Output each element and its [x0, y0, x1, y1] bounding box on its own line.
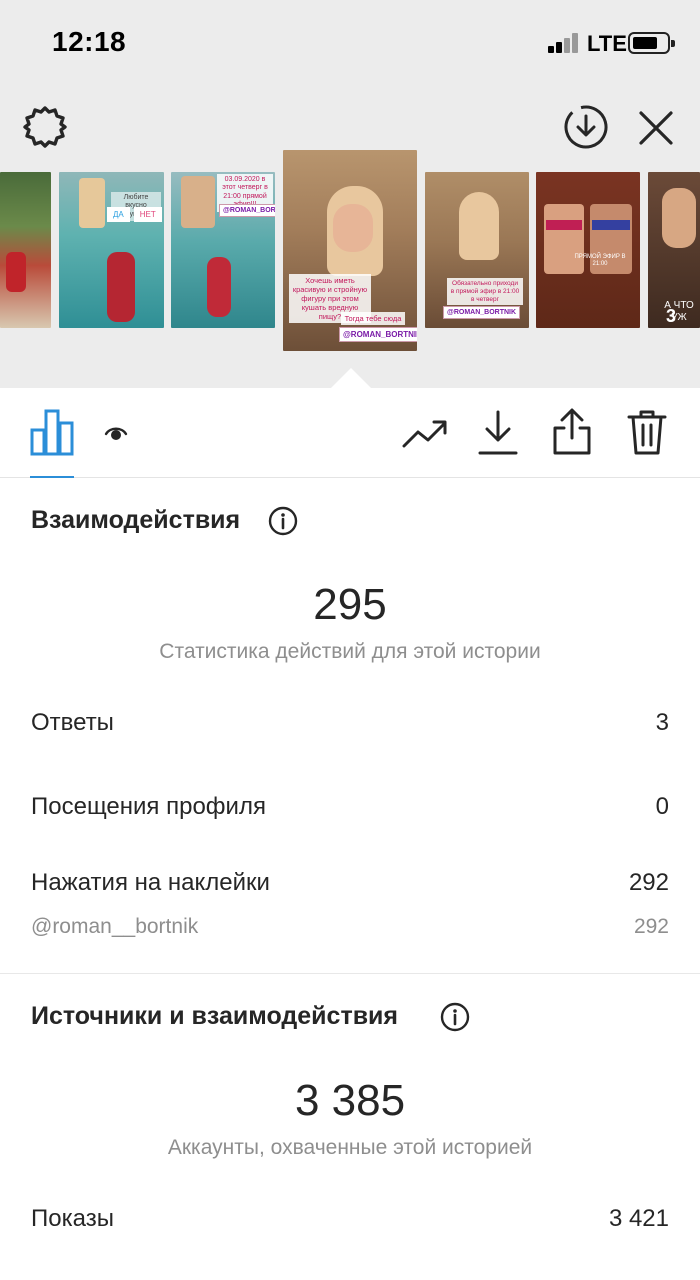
story-thumb-5[interactable]: Обязательно приходи в прямой эфир в 21:0… — [425, 172, 529, 328]
thumb-mention-tag: @ROMAN_BORTNIK — [443, 306, 521, 319]
signal-icon — [548, 33, 580, 53]
discovery-title: Источники и взаимодействия — [31, 1002, 399, 1030]
eye-icon[interactable] — [104, 425, 128, 443]
trending-icon[interactable] — [402, 418, 448, 450]
interactions-total: 295 — [313, 580, 387, 629]
sticker-handle-value: 292 — [633, 915, 669, 938]
download-circle-icon[interactable] — [562, 103, 610, 151]
battery-icon — [628, 32, 675, 54]
status-bar: 12:18 LTE — [0, 0, 700, 88]
reach-total: 3 385 — [294, 1076, 406, 1125]
sticker-taps-label: Нажатия на наклейки — [31, 869, 270, 896]
story-thumb-6[interactable]: ПРЯМОЙ ЭФИР В 21:00 — [536, 172, 640, 328]
thumb-caption: А ЧТО УЖ — [664, 300, 694, 323]
trash-icon[interactable] — [626, 408, 668, 456]
close-icon[interactable] — [636, 108, 676, 148]
download-icon[interactable] — [478, 410, 518, 456]
status-time: 12:18 — [52, 26, 127, 57]
thumb-caption: ПРЯМОЙ ЭФИР В 21:00 — [574, 254, 626, 268]
network-label: LTE — [587, 31, 627, 56]
poll-no: НЕТ — [133, 207, 162, 222]
story-thumbnail-strip[interactable]: Любите вкусно покушать? ДА НЕТ 03.09.202… — [0, 148, 700, 388]
active-tab-indicator — [30, 476, 74, 478]
profile-visits-label: Посещения профиля — [31, 793, 266, 820]
interactions-caption: Статистика действий для этой истории — [159, 640, 541, 663]
poll-yes: ДА — [107, 207, 130, 222]
impressions-value: 3 421 — [608, 1205, 669, 1232]
share-icon[interactable] — [551, 408, 593, 456]
thumb-caption-2: Тогда тебе сюда — [341, 312, 405, 325]
info-icon[interactable] — [268, 506, 298, 536]
interactions-title: Взаимодействия — [31, 506, 241, 534]
replies-label: Ответы — [31, 709, 114, 736]
replies-value: 3 — [655, 709, 669, 736]
selected-pointer — [331, 368, 371, 388]
thumb-view-count: 3 — [666, 306, 677, 326]
thumb-caption: Обязательно приходи в прямой эфир в 21:0… — [447, 278, 523, 306]
story-thumb-1[interactable] — [0, 172, 51, 328]
thumb-mention-tag: @ROMAN_BORTNIK — [339, 327, 417, 342]
section-divider — [0, 973, 700, 974]
poll-sticker: ДА НЕТ — [107, 207, 162, 222]
impressions-label: Показы — [31, 1205, 114, 1232]
bar-chart-icon[interactable] — [30, 408, 74, 456]
sticker-taps-value: 292 — [628, 869, 669, 896]
story-thumb-4-selected[interactable]: Хочешь иметь красивую и стройную фигуру … — [283, 150, 417, 351]
thumb-mention-tag: @ROMAN_BORTNIK — [219, 204, 275, 217]
story-thumb-7[interactable]: А ЧТО УЖ 3 — [648, 172, 700, 328]
story-thumb-3[interactable]: 03.09.2020 в этот четверг в 21:00 прямой… — [171, 172, 275, 328]
story-action-bar — [0, 388, 700, 478]
profile-visits-value: 0 — [655, 793, 669, 820]
sticker-handle[interactable]: @roman__bortnik — [31, 915, 198, 939]
story-preview-area: 12:18 LTE Любите вкусно покушать? — [0, 0, 700, 388]
gear-icon[interactable] — [22, 104, 68, 150]
reach-caption: Аккаунты, охваченные этой историей — [167, 1136, 533, 1159]
info-icon[interactable] — [440, 1002, 470, 1032]
story-thumb-2[interactable]: Любите вкусно покушать? ДА НЕТ — [59, 172, 164, 328]
